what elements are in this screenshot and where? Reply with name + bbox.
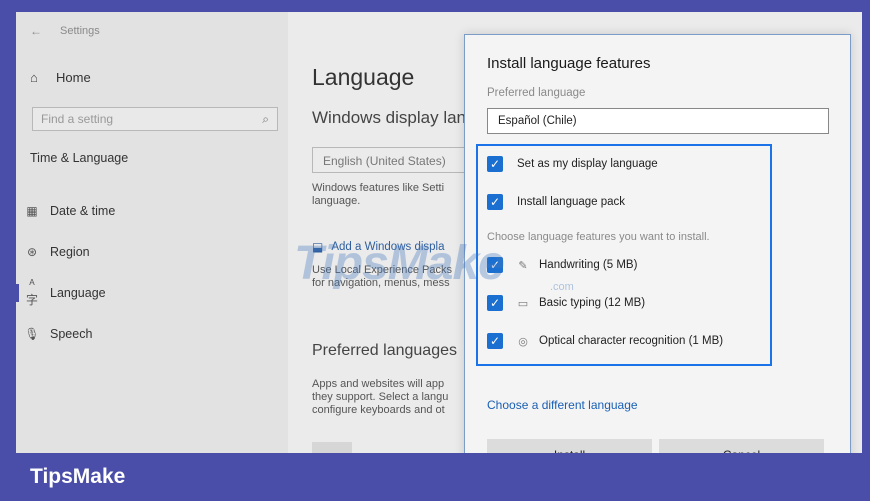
watermark-logo: TipsMake [294, 237, 505, 290]
preferred-languages-heading: Preferred languages [312, 342, 457, 359]
sidebar-item-region[interactable]: ⊛ Region [16, 231, 288, 272]
sidebar-item-label: Language [50, 285, 106, 300]
sidebar: ← Settings ⌂ Home Find a setting ⌕ Time … [16, 12, 288, 453]
option-label: Install language pack [517, 196, 626, 208]
handwriting-option[interactable]: ✓ ✎ Handwriting (5 MB) [487, 257, 637, 273]
language-icon: ᴬ字 [25, 277, 38, 307]
sidebar-item-date-time[interactable]: ▦ Date & time [16, 190, 288, 231]
calendar-clock-icon: ▦ [26, 203, 38, 218]
window-title: Settings [60, 25, 100, 37]
footer-bar: TipsMake [0, 453, 870, 501]
dialog-title: Install language features [487, 55, 651, 72]
display-language-heading: Windows display lan [312, 108, 467, 127]
install-language-pack-option[interactable]: ✓ Install language pack [487, 194, 625, 210]
add-language-button-stub[interactable] [312, 442, 352, 453]
search-placeholder: Find a setting [41, 112, 114, 126]
handwriting-icon: ✎ [518, 259, 528, 272]
sidebar-item-label: Region [50, 244, 90, 259]
sidebar-item-label: Date & time [50, 203, 116, 218]
title-bar: ← Settings [30, 24, 100, 38]
options-highlight-box: ✓ Set as my display language ✓ Install l… [476, 144, 772, 366]
settings-window: ← Settings ⌂ Home Find a setting ⌕ Time … [16, 12, 862, 453]
description-line: language. [312, 195, 361, 207]
description-line: Apps and websites will app [312, 378, 445, 390]
preferred-language-field[interactable]: Español (Chile) [487, 108, 829, 134]
sidebar-item-label: Speech [50, 326, 93, 341]
description-line: they support. Select a langu [312, 391, 449, 403]
nav-list: ▦ Date & time ⊛ Region ᴬ字 Language 🎙 Spe… [16, 190, 288, 354]
checkbox-checked-icon[interactable]: ✓ [487, 295, 503, 311]
option-label: Set as my display language [517, 158, 658, 170]
feature-label: Optical character recognition (1 MB) [539, 335, 724, 347]
nav-home[interactable]: ⌂ Home [30, 70, 91, 85]
set-display-language-option[interactable]: ✓ Set as my display language [487, 156, 658, 172]
keyboard-icon: ▭ [517, 297, 529, 310]
ocr-icon: ◎ [518, 335, 528, 348]
feature-label: Handwriting (5 MB) [539, 259, 638, 271]
nav-home-label: Home [56, 70, 91, 85]
checkbox-checked-icon[interactable]: ✓ [487, 194, 503, 210]
preferred-languages-description: Apps and websites will app they support.… [312, 378, 448, 417]
checkbox-checked-icon[interactable]: ✓ [487, 333, 503, 349]
globe-icon: ⊛ [26, 244, 38, 259]
description-line: configure keyboards and ot [312, 404, 445, 416]
ocr-option[interactable]: ✓ ◎ Optical character recognition (1 MB) [487, 333, 723, 349]
choose-different-language-link[interactable]: Choose a different language [487, 398, 638, 412]
search-input[interactable]: Find a setting ⌕ [32, 107, 278, 131]
cancel-button[interactable]: Cancel [659, 439, 824, 453]
search-icon: ⌕ [262, 111, 269, 126]
home-icon: ⌂ [30, 70, 38, 85]
brand-logo: TipsMake [30, 465, 126, 488]
checkbox-checked-icon[interactable]: ✓ [487, 156, 503, 172]
preferred-language-label: Preferred language [487, 87, 586, 99]
description-line: Windows features like Setti [312, 182, 445, 194]
section-label: Time & Language [30, 151, 129, 165]
feature-label: Basic typing (12 MB) [539, 297, 646, 309]
page-title: Language [312, 64, 415, 90]
back-arrow-icon[interactable]: ← [30, 24, 42, 38]
sidebar-item-speech[interactable]: 🎙 Speech [16, 313, 288, 354]
install-button[interactable]: Install [487, 439, 652, 453]
watermark-suffix: .com [550, 281, 574, 293]
basic-typing-option[interactable]: ✓ ▭ Basic typing (12 MB) [487, 295, 645, 311]
display-language-description: Windows features like Setti language. [312, 182, 462, 208]
sidebar-item-language[interactable]: ᴬ字 Language [16, 272, 288, 313]
features-hint: Choose language features you want to ins… [487, 231, 710, 243]
microphone-icon: 🎙 [24, 326, 40, 341]
install-language-features-dialog: Install language features Preferred lang… [464, 34, 851, 453]
